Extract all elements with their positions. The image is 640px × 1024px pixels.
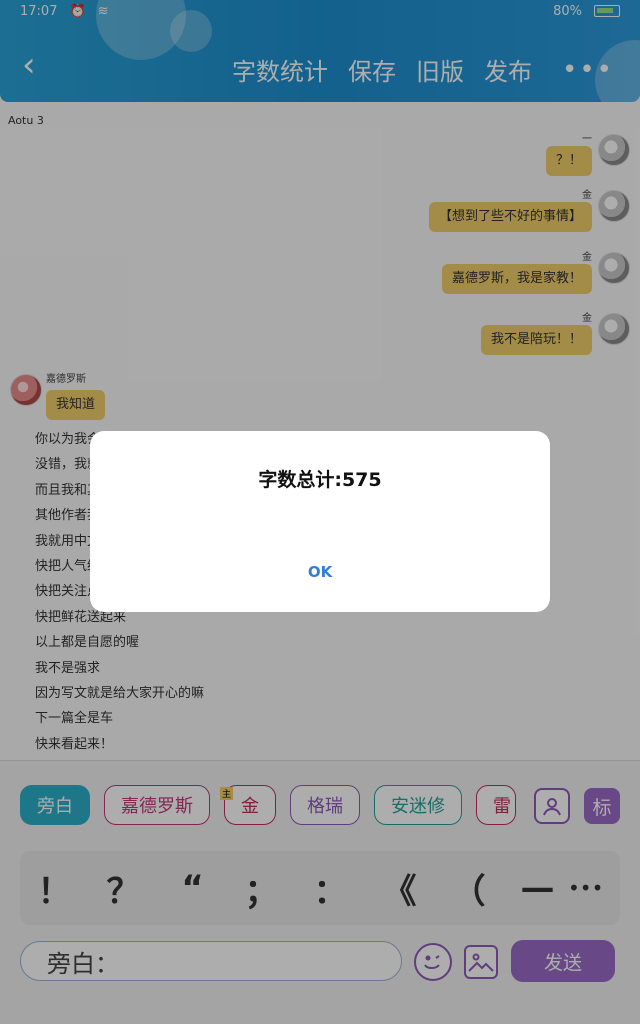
word-count-dialog: 字数总计:575 OK: [90, 431, 550, 612]
ok-button[interactable]: OK: [90, 563, 550, 581]
dialog-title: 字数总计:575: [258, 469, 382, 491]
